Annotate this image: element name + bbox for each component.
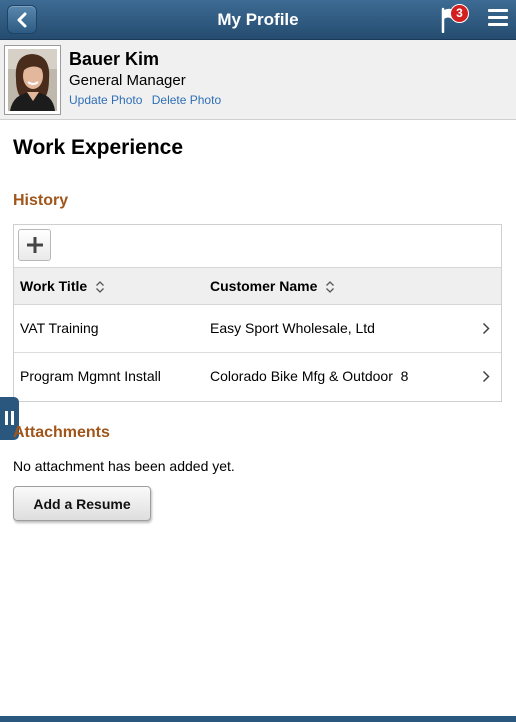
sort-icon <box>326 281 335 294</box>
no-attachment-message: No attachment has been added yet. <box>13 458 235 474</box>
avatar <box>4 45 61 115</box>
chevron-right-icon <box>482 322 490 335</box>
pause-bar <box>11 411 14 425</box>
hamburger-menu-icon <box>488 9 510 26</box>
profile-summary: Bauer Kim General Manager Update Photo D… <box>0 40 516 120</box>
photo-links: Update Photo Delete Photo <box>69 93 227 107</box>
column-header-label: Customer Name <box>210 278 318 294</box>
chevron-right-icon <box>482 370 490 383</box>
grid-header-row: Work Title Customer Name <box>14 267 501 305</box>
plus-icon <box>27 237 43 253</box>
app-root: My Profile 3 Bauer Kim General Manager U… <box>0 0 516 722</box>
header-bar: My Profile 3 <box>0 0 516 40</box>
page-title: Work Experience <box>13 136 184 159</box>
cell-customer-name: Colorado Bike Mfg & Outdoor 8 <box>210 368 409 384</box>
table-row[interactable]: VAT Training Easy Sport Wholesale, Ltd <box>14 305 501 353</box>
profile-photo <box>8 49 57 111</box>
notification-count-badge: 3 <box>450 4 469 23</box>
notifications-button[interactable]: 3 <box>440 4 472 34</box>
sort-icon <box>96 281 105 294</box>
column-header-work-title[interactable]: Work Title <box>20 278 105 294</box>
profile-role: General Manager <box>69 72 186 89</box>
menu-button[interactable] <box>488 9 510 29</box>
grid-toolbar <box>14 225 501 267</box>
column-header-label: Work Title <box>20 278 88 294</box>
update-photo-link[interactable]: Update Photo <box>69 93 142 107</box>
add-resume-button[interactable]: Add a Resume <box>13 486 151 521</box>
column-header-customer-name[interactable]: Customer Name <box>210 278 335 294</box>
cell-work-title: VAT Training <box>20 320 99 336</box>
history-section-title: History <box>13 192 69 209</box>
delete-photo-link[interactable]: Delete Photo <box>152 93 221 107</box>
bottom-bar <box>0 716 516 722</box>
cell-customer-name: Easy Sport Wholesale, Ltd <box>210 320 375 336</box>
table-row[interactable]: Program Mgmnt Install Colorado Bike Mfg … <box>14 353 501 401</box>
add-history-button[interactable] <box>18 229 51 261</box>
cell-work-title: Program Mgmnt Install <box>20 368 161 384</box>
pause-bar <box>5 411 8 425</box>
page-header-title: My Profile <box>217 10 299 29</box>
history-grid: Work Title Customer Name VAT Training Ea… <box>13 224 502 402</box>
profile-name: Bauer Kim <box>69 49 160 69</box>
attachments-section-title: Attachments <box>13 424 110 441</box>
